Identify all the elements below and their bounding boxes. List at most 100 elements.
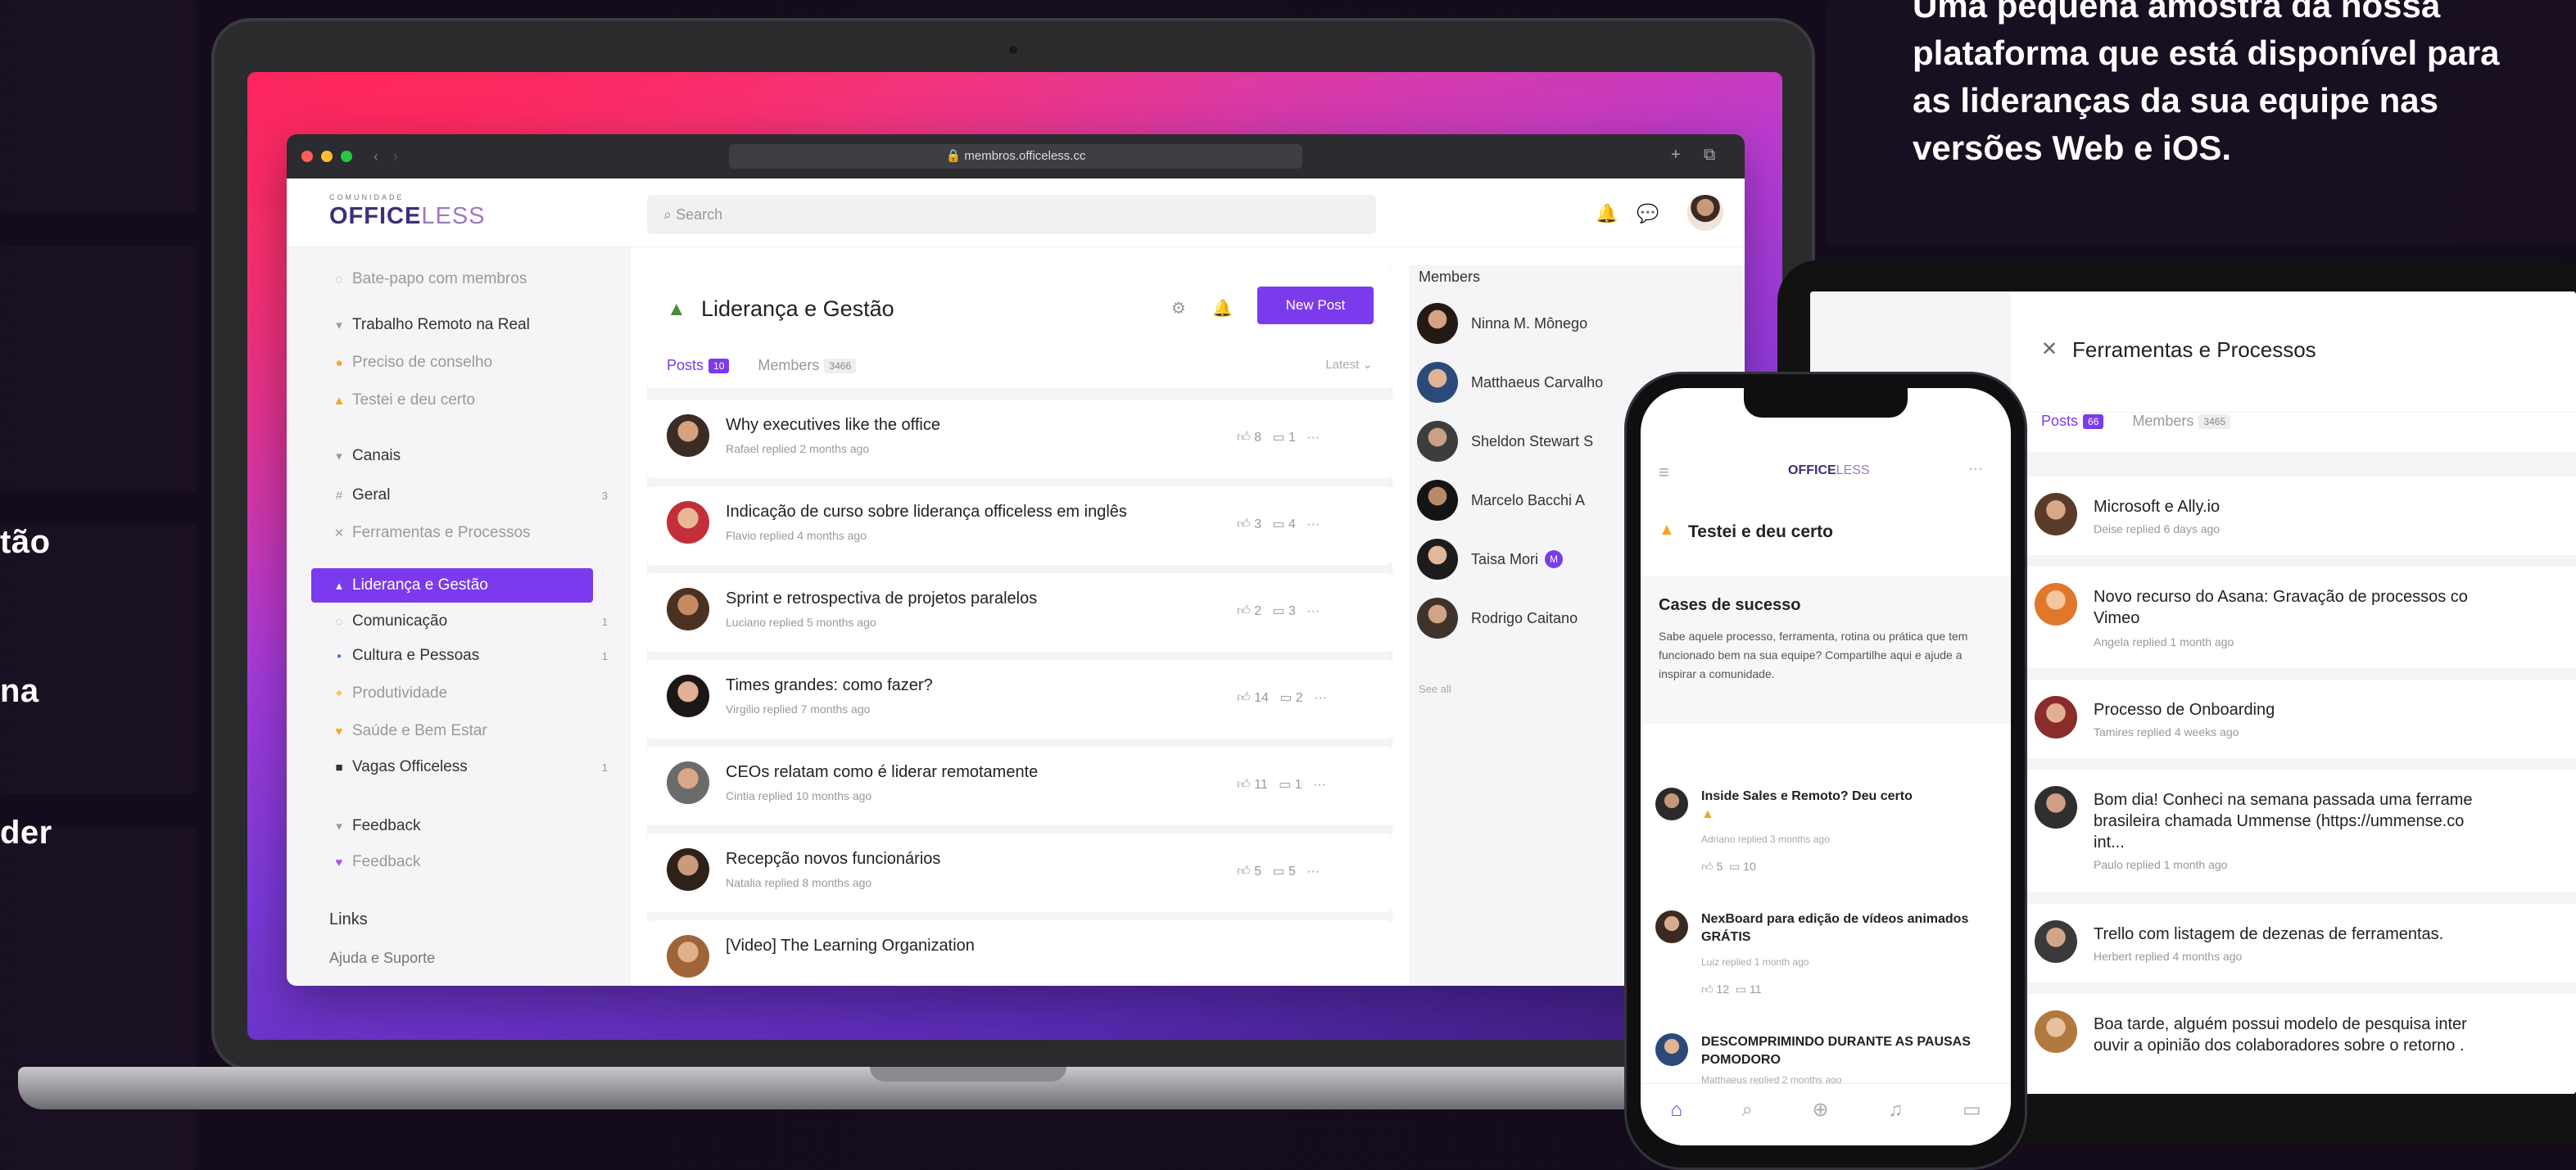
post-stats: 👍︎ 11 ▭ 1 ··· [1237,776,1326,793]
more-icon[interactable]: ··· [1306,865,1320,879]
more-icon[interactable]: ··· [1313,778,1326,792]
add-icon[interactable]: ⊕ [1813,1098,1829,1122]
post-row[interactable]: Novo recurso do Asana: Gravação de proce… [2021,567,2576,668]
post-row[interactable]: Bom dia! Conheci na semana passada uma f… [2021,770,2576,892]
see-all-link[interactable]: See all [1419,683,1451,695]
comment-icon[interactable]: ▭ [1272,865,1284,879]
bell-icon[interactable]: 🔔 [1596,203,1618,224]
post-row[interactable]: Processo de Onboarding Tamires replied 4… [2021,680,2576,758]
search-input[interactable]: ⌕ Search [647,195,1376,234]
sidebar-item-vagas[interactable]: ■ Vagas Officeless 1 [329,758,608,776]
channel-tabs: Posts 10 Members 3466 [667,357,857,374]
sidebar-section-trabalho-remoto[interactable]: ▾ Trabalho Remoto na Real [329,316,530,334]
sidebar-section-canais[interactable]: ▾ Canais [329,447,401,465]
tab-posts[interactable]: Posts 10 [667,357,730,374]
post-row[interactable]: DESCOMPRIMINDO DURANTE AS PAUSAS POMODOR… [1641,1025,2011,1091]
sidebar-item-saude[interactable]: ♥ Saúde e Bem Estar [329,722,487,740]
avatar [1417,303,1458,344]
post-row[interactable]: Boa tarde, alguém possui modelo de pesqu… [2021,994,2576,1094]
post-row[interactable]: Inside Sales e Remoto? Deu certo ▲ Adrian… [1641,779,2011,902]
new-post-button[interactable]: New Post [1257,287,1374,324]
forward-icon[interactable]: › [393,148,398,165]
more-icon[interactable]: ··· [1306,604,1320,618]
messages-icon[interactable]: 💬 [1637,203,1659,224]
member-name: Taisa Mori [1471,550,1539,567]
comment-icon[interactable]: ▭ [1272,431,1284,445]
post-title: Sprint e retrospectiva de projetos paral… [726,590,1038,608]
search-icon[interactable]: ⌕ [1741,1099,1752,1122]
comment-icon[interactable]: ▭ [1736,983,1746,996]
comment-icon[interactable]: ▭ [1272,604,1284,618]
avatar[interactable] [1687,195,1723,231]
tab-posts[interactable]: Posts 66 [2041,413,2104,430]
post-row[interactable]: CEOs relatam como é liderar remotamente … [647,747,1392,825]
post-row[interactable]: Indicação de curso sobre liderança offic… [647,486,1392,565]
sidebar-item-testei[interactable]: ▲ Testei e deu certo [329,391,475,409]
tab-members[interactable]: Members 3466 [758,357,857,374]
hero-line: as lideranças da sua equipe nas [1913,81,2438,120]
sidebar-section-feedback[interactable]: ▾ Feedback [329,817,420,835]
member-row[interactable]: Marcelo Bacchi A [1417,480,1585,521]
comment-icon[interactable]: ▭ [1279,778,1291,792]
sidebar-item-feedback[interactable]: ♥ Feedback [329,853,421,871]
bell-icon[interactable]: ♫ [1888,1099,1903,1122]
settings-icon[interactable]: ⚙ [1171,298,1186,318]
sidebar-count: 3 [601,489,608,502]
sidebar-item-bate-papo[interactable]: ◌ Bate-papo com membros [329,270,527,288]
avatar [1655,1033,1688,1066]
member-row[interactable]: Rodrigo Caitano [1417,598,1578,639]
sidebar-item-geral[interactable]: # Geral 3 [329,486,608,504]
minimize-dot[interactable] [321,151,333,162]
comment-icon[interactable]: ▭ [1272,517,1284,531]
more-icon[interactable]: ··· [1968,460,1983,477]
comment-icon[interactable]: ▭ [1279,691,1292,705]
like-icon[interactable]: 👍︎ [1237,431,1251,445]
more-icon[interactable]: ··· [1306,517,1320,531]
logo[interactable]: OFFICELESS [329,203,486,230]
sidebar-item-comunicacao[interactable]: ◌ Comunicação 1 [329,612,608,630]
more-icon[interactable]: ··· [1314,691,1327,705]
back-icon[interactable]: ‹ [373,148,378,165]
sidebar-item-produtividade[interactable]: ✦ Produtividade [329,684,448,702]
sidebar-item-preciso-conselho[interactable]: ● Preciso de conselho [329,354,492,372]
maximize-dot[interactable] [341,151,352,162]
more-icon[interactable]: ··· [1306,431,1320,445]
like-icon[interactable]: 👍︎ [1701,860,1714,873]
like-icon[interactable]: 👍︎ [1237,691,1251,705]
like-icon[interactable]: 👍︎ [1237,517,1251,531]
post-row[interactable]: Sprint e retrospectiva de projetos paral… [647,573,1392,652]
bell-icon[interactable]: 🔔 [1212,298,1233,318]
post-row[interactable]: NexBoard para edição de vídeos animados … [1641,902,2011,1025]
sidebar-item-label: Ferramentas e Processos [352,524,531,541]
sidebar-item-lideranca[interactable]: ▴ Liderança e Gestão [329,576,488,594]
like-icon[interactable]: 👍︎ [1237,778,1251,792]
url-bar[interactable]: 🔒 membros.officeless.cc [729,144,1302,169]
new-tab-icon[interactable]: + [1671,146,1681,165]
post-row[interactable]: Times grandes: como fazer? Virgilio repl… [647,660,1392,739]
sidebar-item-cultura[interactable]: ▪ Cultura e Pessoas 1 [329,647,608,665]
post-row[interactable]: Recepção novos funcionários Natalia repl… [647,833,1392,912]
member-row[interactable]: Sheldon Stewart S [1417,421,1593,462]
post-row[interactable]: Why executives like the office Rafael re… [647,400,1392,478]
sidebar-item-ferramentas[interactable]: ✕ Ferramentas e Processos [329,524,531,542]
member-row[interactable]: Taisa Mori M [1417,539,1564,580]
messages-icon[interactable]: ▭ [1963,1098,1981,1122]
comment-icon[interactable]: ▭ [1729,860,1740,873]
like-icon[interactable]: 👍︎ [1237,604,1251,618]
member-row[interactable]: Matthaeus Carvalho [1417,362,1603,403]
tabs-icon[interactable]: ⧉ [1704,146,1715,165]
post-row[interactable]: Microsoft e Ally.io Deise replied 6 days… [2021,477,2576,555]
link-ajuda-suporte[interactable]: Ajuda e Suporte [329,950,435,967]
like-icon[interactable]: 👍︎ [1237,865,1251,879]
sort-dropdown[interactable]: Latest ⌄ [1325,357,1373,372]
member-row[interactable]: Ninna M. Mônego [1417,303,1587,344]
post-row[interactable]: Trello com listagem de dezenas de ferram… [2021,904,2576,983]
like-count: 5 [1254,865,1262,879]
post-title-line: int... [2094,833,2125,852]
tab-members[interactable]: Members 3465 [2132,413,2231,430]
close-dot[interactable] [301,151,313,162]
menu-icon[interactable]: ≡ [1659,462,1669,483]
like-icon[interactable]: 👍︎ [1701,983,1714,996]
home-icon[interactable]: ⌂ [1670,1099,1682,1122]
post-row[interactable]: [Video] The Learning Organization [647,920,1392,986]
